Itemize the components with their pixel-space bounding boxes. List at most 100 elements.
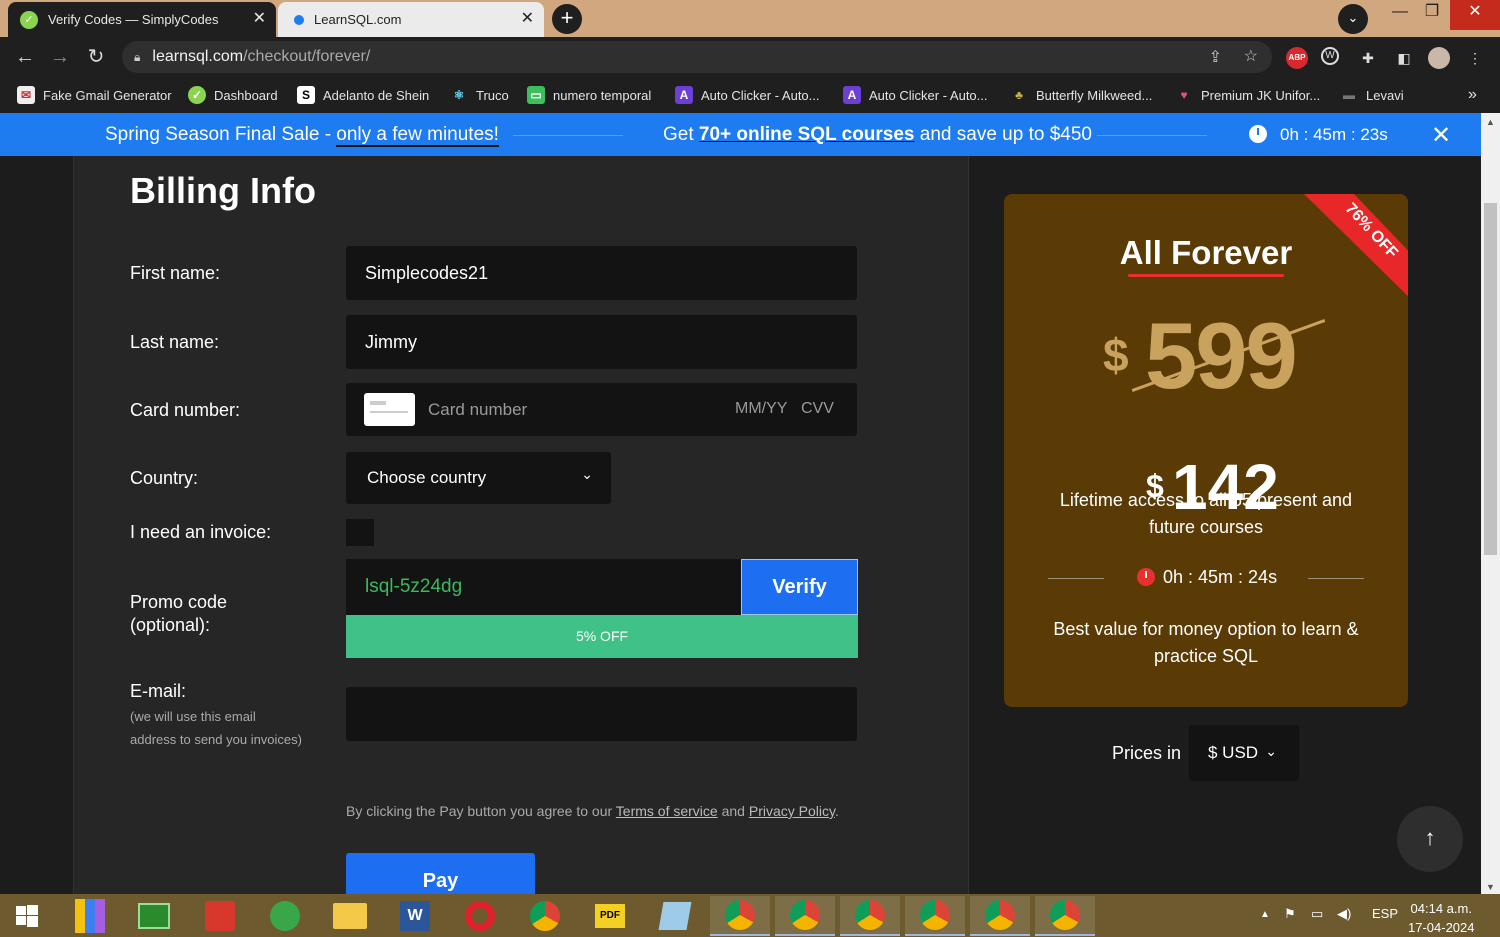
plant-icon: ♣ [1015, 88, 1023, 102]
profile-avatar[interactable] [1428, 47, 1450, 69]
bookmark-truco[interactable]: ⚛ Truco [450, 84, 509, 106]
share-icon[interactable]: ⇪ [1209, 47, 1222, 67]
chrome-window-1-icon[interactable] [710, 896, 770, 936]
auto-clicker-a-icon: A [843, 86, 861, 104]
bookmark-auto-clicker-2[interactable]: A Auto Clicker - Auto... [843, 84, 988, 106]
libraries-app-icon[interactable] [60, 896, 120, 936]
bookmark-fake-gmail[interactable]: ✉ Fake Gmail Generator [17, 84, 172, 106]
close-tab-icon[interactable]: ✕ [521, 10, 534, 28]
show-hidden-icons-chevron-icon[interactable]: ▲ [1260, 909, 1270, 920]
cvv-placeholder[interactable]: CVV [801, 400, 834, 418]
lock-icon: 🔒︎ [134, 49, 141, 64]
bookmarks-overflow-icon[interactable]: » [1468, 84, 1477, 106]
chrome-window-5-icon[interactable] [970, 896, 1030, 936]
email-field[interactable] [346, 687, 857, 741]
chrome-window-3-icon[interactable] [840, 896, 900, 936]
currency-value: $ USD [1208, 743, 1259, 762]
bookmark-premium-jk[interactable]: ♥ Premium JK Unifor... [1175, 84, 1320, 106]
currency-select[interactable]: $ USD ⌄ [1189, 725, 1299, 781]
scroll-to-top-button[interactable]: ↑ [1397, 806, 1463, 872]
first-name-label: First name: [130, 263, 221, 283]
bookmark-shein[interactable]: S Adelanto de Shein [297, 84, 429, 106]
wordpress-extension-icon[interactable]: W [1321, 47, 1339, 65]
globe-app-icon[interactable] [255, 896, 315, 936]
window-close-icon[interactable]: ✕ [1450, 0, 1500, 30]
forward-arrow-icon[interactable]: → [47, 45, 73, 71]
task-manager-icon[interactable] [124, 896, 184, 936]
last-name-field[interactable]: Jimmy [346, 315, 857, 369]
chrome-window-6-icon[interactable] [1035, 896, 1095, 936]
invoice-checkbox[interactable] [346, 519, 374, 546]
page-scrollbar[interactable]: ▲ ▼ [1481, 113, 1500, 894]
action-center-flag-icon[interactable]: ⚑ [1284, 906, 1296, 922]
promo-optional-label: (optional): [130, 615, 211, 635]
card-number-label: Card number: [130, 400, 241, 420]
banner-divider [1097, 135, 1207, 136]
url-host: learnsql.com [152, 48, 244, 65]
bookmark-dashboard[interactable]: ✓ Dashboard [188, 84, 278, 106]
extensions-puzzle-icon[interactable]: ✚ [1357, 47, 1379, 69]
bookmark-label: Truco [476, 87, 509, 103]
expiry-placeholder[interactable]: MM/YY [735, 400, 787, 418]
pay-button[interactable]: Pay [346, 853, 535, 894]
chevron-down-icon: ⌄ [1265, 743, 1277, 759]
country-label: Country: [130, 468, 199, 488]
chrome-window-4-icon[interactable] [905, 896, 965, 936]
reload-icon[interactable]: ↻ [83, 45, 109, 71]
network-icon[interactable]: ▭ [1311, 906, 1323, 922]
scroll-down-arrow-icon[interactable]: ▼ [1481, 882, 1500, 892]
bookmark-auto-clicker-1[interactable]: A Auto Clicker - Auto... [675, 84, 820, 106]
promo-code-field[interactable]: lsql-5z24dg [346, 559, 741, 615]
browser-menu-icon[interactable]: ⋮ [1464, 47, 1486, 69]
close-tab-icon[interactable]: ✕ [253, 10, 266, 28]
adblock-extension-icon[interactable]: ABP [1286, 47, 1308, 69]
word-app-icon[interactable]: W [385, 896, 445, 936]
bookmark-levavi[interactable]: ▬ Levavi [1340, 84, 1404, 106]
windows-taskbar: W PDF ▲ ⚑ ▭ ◀) ESP 04:14 a.m. 17-04-2024 [0, 894, 1500, 937]
back-arrow-icon[interactable]: ← [12, 45, 38, 71]
scrollbar-thumb[interactable] [1484, 203, 1497, 555]
first-name-field[interactable]: Simplecodes21 [346, 246, 857, 300]
new-tab-button[interactable]: + [552, 4, 582, 34]
file-explorer-icon[interactable] [320, 896, 380, 936]
pdf-app-icon[interactable]: PDF [580, 896, 640, 936]
restore-icon[interactable]: ❐ [1412, 0, 1452, 30]
chrome-browser-icon[interactable] [515, 896, 575, 936]
bookmark-label: numero temporal [553, 87, 652, 103]
card-number-field[interactable]: Card number MM/YY CVV [346, 383, 857, 436]
verify-button[interactable]: Verify [741, 559, 858, 615]
tools-app-icon[interactable] [190, 896, 250, 936]
url-path: /checkout/forever/ [243, 48, 371, 65]
system-clock[interactable]: 04:14 a.m. 17-04-2024 [1408, 899, 1475, 937]
bookmark-numero-temporal[interactable]: ▭ numero temporal [527, 84, 651, 106]
bookmark-label: Levavi [1366, 87, 1404, 103]
url-field[interactable]: 🔒︎ learnsql.com/checkout/forever/ ⇪ ☆ [122, 41, 1272, 73]
plan-timer: 0h : 45m : 24s [1163, 567, 1278, 587]
chrome-window-2-icon[interactable] [775, 896, 835, 936]
side-panel-icon[interactable]: ◧ [1393, 47, 1415, 69]
offer-text[interactable]: Get 70+ online SQL courses and save up t… [663, 124, 1092, 146]
notepad-icon[interactable] [645, 896, 705, 936]
learnsql-favicon-icon [294, 14, 304, 25]
volume-icon[interactable]: ◀) [1337, 906, 1351, 922]
privacy-policy-link[interactable]: Privacy Policy [749, 803, 835, 819]
close-banner-icon[interactable]: ✕ [1431, 121, 1451, 150]
email-hint-line-2: address to send you invoices) [130, 732, 302, 747]
country-select[interactable]: Choose country ⌄ [346, 452, 611, 504]
opera-browser-icon[interactable] [450, 896, 510, 936]
tab-learnsql[interactable]: LearnSQL.com ✕ [278, 2, 544, 37]
input-language[interactable]: ESP [1372, 906, 1398, 921]
scroll-up-arrow-icon[interactable]: ▲ [1481, 117, 1500, 127]
country-value: Choose country [367, 468, 487, 487]
bookmark-star-icon[interactable]: ☆ [1244, 46, 1258, 66]
tab-verify-codes[interactable]: ✓ Verify Codes — SimplyCodes ✕ [8, 2, 276, 37]
offer-prefix: Get [663, 124, 699, 145]
bookmark-butterfly[interactable]: ♣ Butterfly Milkweed... [1010, 84, 1152, 106]
tab-search-chevron-icon[interactable]: ⌄ [1338, 4, 1368, 34]
email-label: E-mail: [130, 681, 187, 701]
terms-of-service-link[interactable]: Terms of service [616, 803, 718, 819]
last-name-label: Last name: [130, 332, 220, 352]
windows-start-icon[interactable] [0, 896, 54, 936]
card-number-placeholder: Card number [428, 400, 528, 419]
auto-clicker-a-icon: A [675, 86, 693, 104]
